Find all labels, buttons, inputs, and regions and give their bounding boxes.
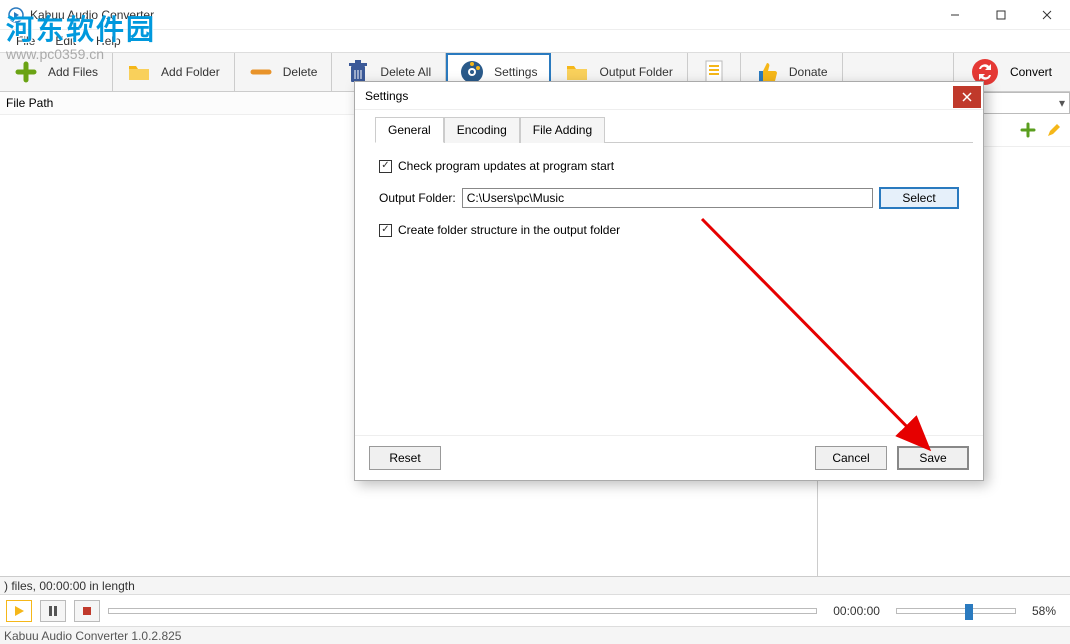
stop-button[interactable] bbox=[74, 600, 100, 622]
window-controls bbox=[932, 0, 1070, 30]
convert-label: Convert bbox=[1010, 65, 1052, 79]
status-bar: ) files, 00:00:00 in length bbox=[0, 576, 1070, 594]
volume-slider[interactable] bbox=[896, 608, 1016, 614]
menu-file[interactable]: File bbox=[6, 32, 45, 50]
time-display: 00:00:00 bbox=[825, 604, 888, 618]
folder-icon bbox=[127, 60, 151, 84]
window-title: Kabuu Audio Converter bbox=[30, 8, 154, 22]
maximize-button[interactable] bbox=[978, 0, 1024, 30]
add-folder-label: Add Folder bbox=[161, 65, 220, 79]
menu-help[interactable]: Help bbox=[86, 32, 131, 50]
select-folder-button[interactable]: Select bbox=[879, 187, 959, 209]
add-files-button[interactable]: Add Files bbox=[0, 53, 113, 91]
add-files-label: Add Files bbox=[48, 65, 98, 79]
check-updates-label: Check program updates at program start bbox=[398, 159, 614, 173]
dialog-title: Settings bbox=[365, 89, 408, 103]
play-button[interactable] bbox=[6, 600, 32, 622]
tab-content-general: ✓ Check program updates at program start… bbox=[355, 143, 983, 435]
cancel-button[interactable]: Cancel bbox=[815, 446, 887, 470]
tab-encoding[interactable]: Encoding bbox=[444, 117, 520, 143]
close-button[interactable] bbox=[1024, 0, 1070, 30]
add-folder-button[interactable]: Add Folder bbox=[113, 53, 235, 91]
transport-bar: 00:00:00 58% bbox=[0, 594, 1070, 626]
titlebar: Kabuu Audio Converter bbox=[0, 0, 1070, 30]
create-structure-label: Create folder structure in the output fo… bbox=[398, 223, 620, 237]
settings-label: Settings bbox=[494, 65, 537, 79]
check-updates-row[interactable]: ✓ Check program updates at program start bbox=[379, 159, 959, 173]
checkbox-create-structure[interactable]: ✓ bbox=[379, 224, 392, 237]
checkbox-check-updates[interactable]: ✓ bbox=[379, 160, 392, 173]
settings-dialog: Settings General Encoding File Adding ✓ … bbox=[354, 81, 984, 481]
dialog-tabs: General Encoding File Adding bbox=[375, 116, 973, 143]
dialog-buttons: Reset Cancel Save bbox=[355, 435, 983, 480]
version-label: Kabuu Audio Converter 1.0.2.825 bbox=[4, 629, 181, 643]
delete-button[interactable]: Delete bbox=[235, 53, 333, 91]
minimize-button[interactable] bbox=[932, 0, 978, 30]
output-folder-label: Output Folder: bbox=[379, 191, 456, 205]
tab-general[interactable]: General bbox=[375, 117, 444, 143]
volume-thumb[interactable] bbox=[965, 604, 973, 620]
progress-slider[interactable] bbox=[108, 608, 817, 614]
app-icon bbox=[8, 7, 24, 23]
add-preset-button[interactable] bbox=[1018, 120, 1038, 140]
plus-icon bbox=[14, 60, 38, 84]
output-folder-label: Output Folder bbox=[599, 65, 672, 79]
dialog-titlebar: Settings bbox=[355, 82, 983, 110]
output-folder-input[interactable] bbox=[462, 188, 873, 208]
dialog-close-button[interactable] bbox=[953, 86, 981, 108]
create-structure-row[interactable]: ✓ Create folder structure in the output … bbox=[379, 223, 959, 237]
pause-button[interactable] bbox=[40, 600, 66, 622]
status-text: ) files, 00:00:00 in length bbox=[4, 579, 135, 593]
delete-label: Delete bbox=[283, 65, 318, 79]
footer-bar: Kabuu Audio Converter 1.0.2.825 bbox=[0, 626, 1070, 644]
delete-all-label: Delete All bbox=[380, 65, 431, 79]
edit-preset-button[interactable] bbox=[1044, 120, 1064, 140]
menubar: File Edit Help bbox=[0, 30, 1070, 52]
donate-label: Donate bbox=[789, 65, 828, 79]
chevron-down-icon: ▾ bbox=[1059, 96, 1065, 110]
reset-button[interactable]: Reset bbox=[369, 446, 441, 470]
minus-icon bbox=[249, 60, 273, 84]
save-button[interactable]: Save bbox=[897, 446, 969, 470]
volume-pct: 58% bbox=[1024, 604, 1064, 618]
menu-edit[interactable]: Edit bbox=[45, 32, 86, 50]
tab-file-adding[interactable]: File Adding bbox=[520, 117, 605, 143]
output-folder-row: Output Folder: Select bbox=[379, 187, 959, 209]
